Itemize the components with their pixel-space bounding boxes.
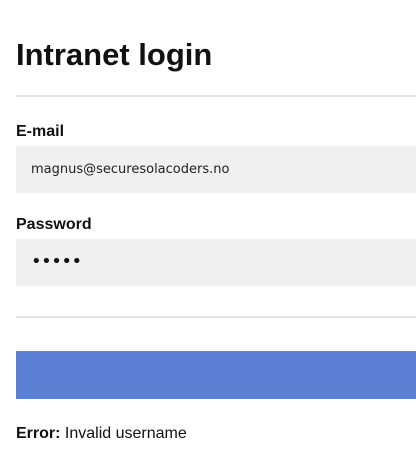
error-message: Error: Invalid username bbox=[16, 424, 187, 444]
error-prefix: Error: bbox=[16, 425, 61, 442]
email-field[interactable]: magnus@securesolacoders.no bbox=[16, 146, 416, 193]
login-button[interactable] bbox=[16, 351, 416, 399]
password-value: ••••• bbox=[31, 251, 82, 272]
password-label: Password bbox=[16, 216, 92, 233]
login-page: Intranet login E-mail magnus@securesolac… bbox=[16, 0, 416, 471]
email-label: E-mail bbox=[16, 123, 65, 140]
bottom-divider bbox=[16, 316, 416, 318]
error-text: Invalid username bbox=[64, 425, 187, 442]
top-divider bbox=[16, 95, 416, 97]
page-title: Intranet login bbox=[16, 37, 213, 72]
password-field[interactable]: ••••• bbox=[16, 239, 416, 286]
email-value: magnus@securesolacoders.no bbox=[31, 162, 230, 177]
